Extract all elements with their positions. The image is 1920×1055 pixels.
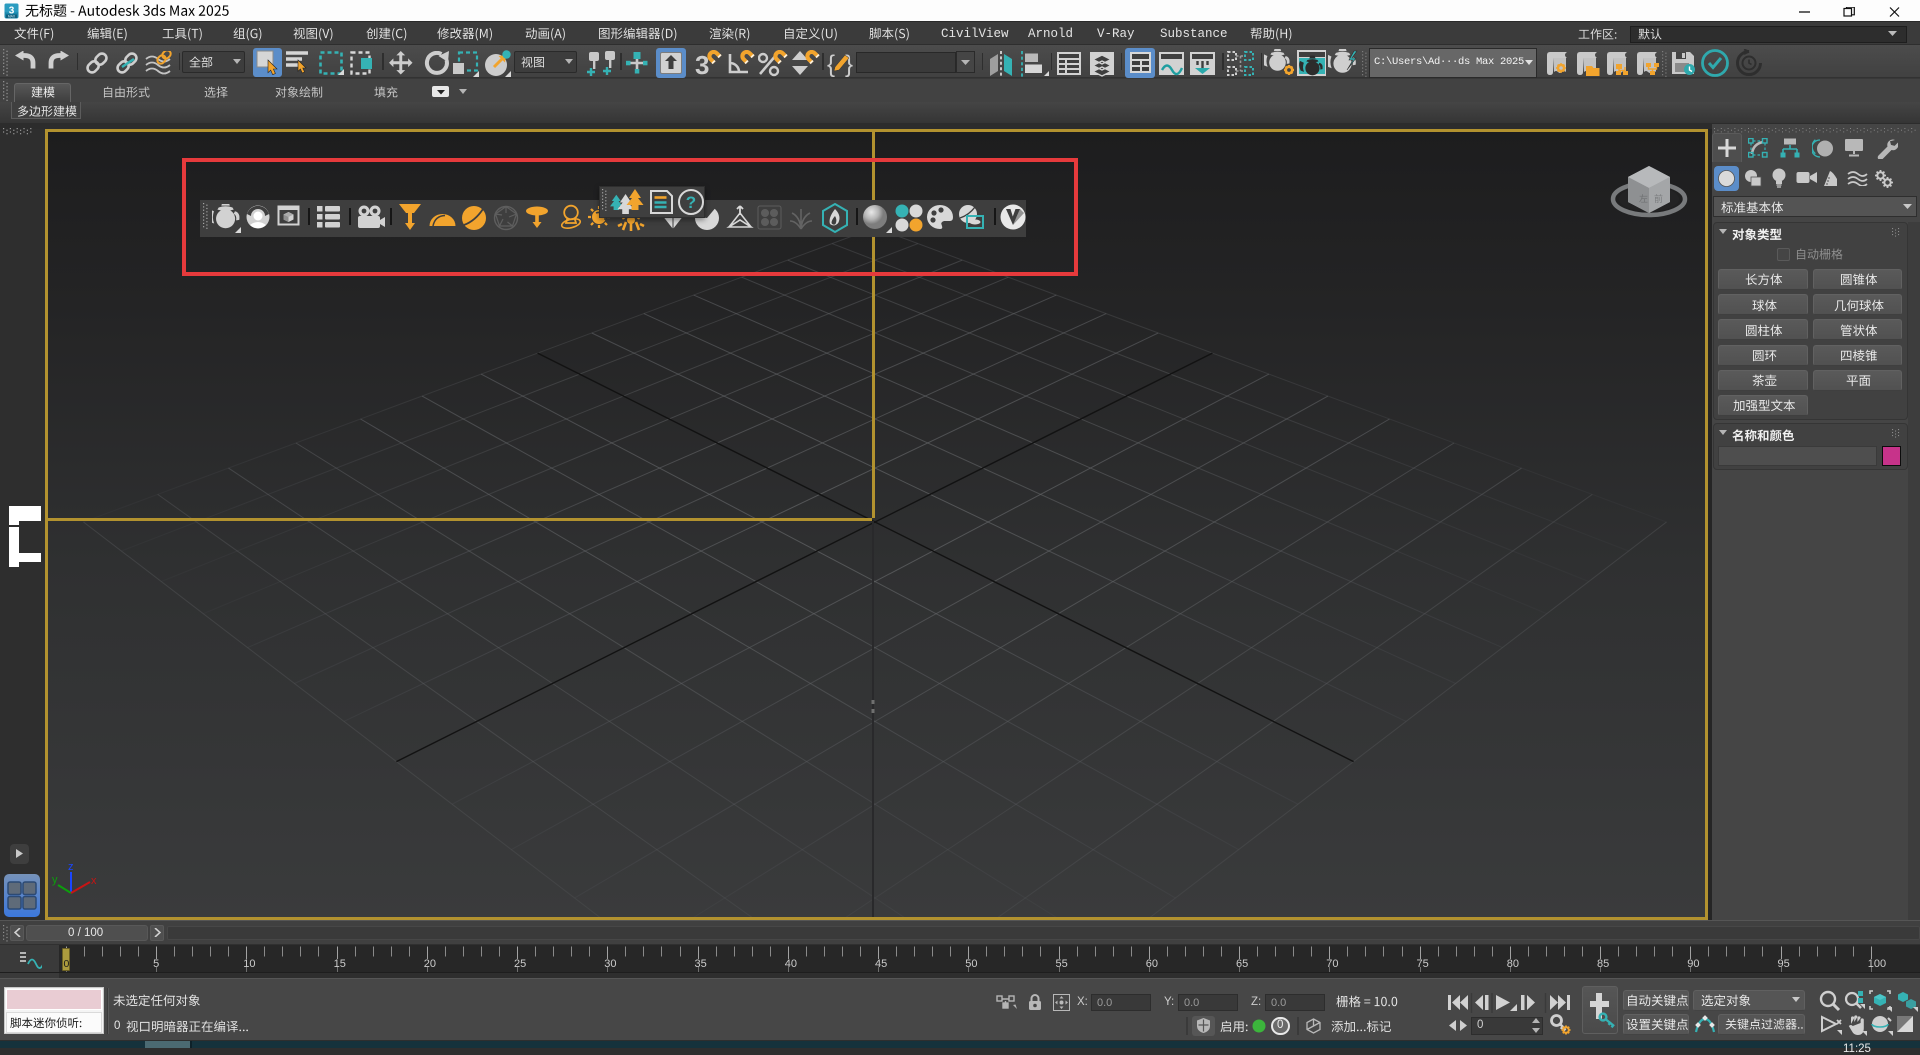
svg-text:x: x xyxy=(91,875,97,887)
svg-text:前: 前 xyxy=(1654,193,1663,204)
svg-text:MAX: MAX xyxy=(8,15,16,19)
svg-text:3: 3 xyxy=(695,50,709,78)
svg-text:{: { xyxy=(827,51,835,77)
svg-text:}: } xyxy=(845,51,853,77)
svg-text:z: z xyxy=(68,861,74,873)
svg-text:左: 左 xyxy=(1639,193,1648,204)
svg-text:y: y xyxy=(52,874,58,886)
